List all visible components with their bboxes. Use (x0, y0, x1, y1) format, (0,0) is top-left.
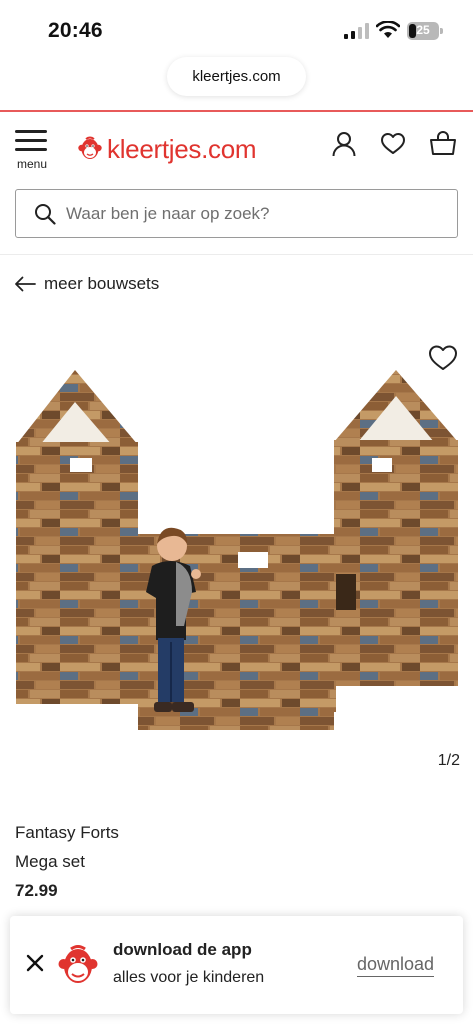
site-logo[interactable]: kleertjes.com (78, 132, 257, 166)
search-input[interactable]: Waar ben je naar op zoek? (66, 204, 270, 224)
account-icon[interactable] (331, 131, 357, 157)
download-app-link[interactable]: download (357, 954, 435, 977)
logo-text: kleertjes.com (107, 133, 257, 164)
back-label: meer bouwsets (44, 274, 160, 293)
back-link[interactable]: meer bouwsets (14, 271, 159, 297)
banner-title: download de app (113, 940, 252, 959)
battery-icon: 25 (407, 22, 443, 40)
monkey-logo-icon (78, 136, 102, 159)
wifi-icon (376, 21, 400, 38)
product-brand: Fantasy Forts (15, 823, 119, 842)
app-download-banner: download de app alles voor je kinderen d… (10, 916, 463, 1014)
address-bar[interactable]: kleertjes.com (167, 57, 306, 96)
search-icon (35, 203, 56, 225)
signal-icon (344, 23, 369, 39)
heart-icon[interactable] (380, 131, 406, 157)
hamburger-icon (15, 130, 47, 152)
monkey-app-icon (58, 945, 98, 983)
favorite-button[interactable] (428, 344, 458, 372)
battery-percentage: 25 (416, 23, 430, 37)
banner-subtitle: alles voor je kinderen (113, 969, 265, 986)
search-box[interactable]: Waar ben je naar op zoek? (15, 189, 458, 238)
product-name: Mega set (15, 852, 85, 871)
menu-button[interactable]: menu (14, 128, 50, 172)
status-bar: 20:46 25 (0, 0, 473, 58)
page: 20:46 25 kleertjes.com menu kleertjes.co… (0, 0, 473, 1024)
product-price: 72.99 (15, 881, 58, 900)
shopping-bag-icon[interactable] (429, 131, 457, 157)
product-image[interactable] (0, 330, 473, 770)
status-time: 20:46 (48, 19, 103, 42)
menu-label: menu (16, 157, 48, 171)
image-counter: 1/2 (437, 752, 460, 769)
header-divider (0, 254, 473, 255)
browser-divider (0, 110, 473, 112)
arrow-left-icon (15, 276, 36, 292)
close-icon[interactable] (24, 952, 46, 974)
